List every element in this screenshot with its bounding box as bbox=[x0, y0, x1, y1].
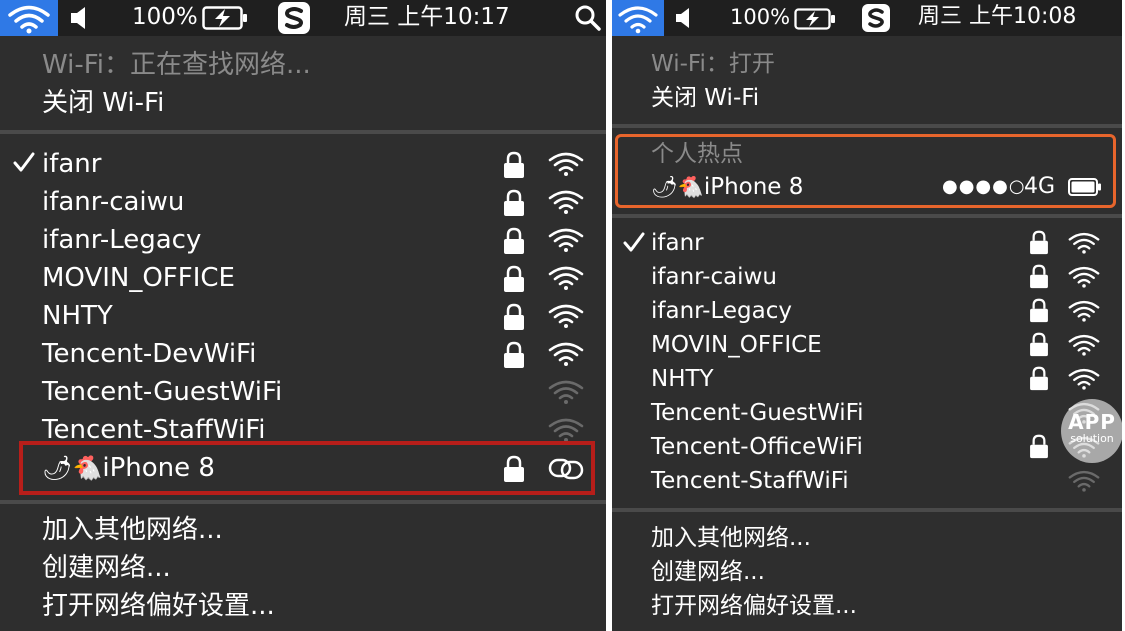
cellular-signal-dots: ●●●●○ bbox=[942, 176, 1026, 197]
lock-icon bbox=[1029, 298, 1049, 327]
pepper-chicken-emoji: 🌶🐔 bbox=[42, 454, 103, 482]
join-other-network-item[interactable]: 加入其他网络... bbox=[42, 515, 223, 545]
menubar-clock[interactable]: 周三 上午10:08 bbox=[918, 0, 1076, 36]
spotlight-search-icon[interactable] bbox=[574, 4, 602, 40]
network-item[interactable]: Tencent-DevWiFi bbox=[42, 339, 256, 369]
lock-icon bbox=[503, 189, 525, 221]
wifi-signal-icon bbox=[1068, 265, 1100, 293]
hotspot-network-item[interactable]: 🌶🐔iPhone 8 bbox=[42, 453, 215, 483]
lock-icon bbox=[503, 303, 525, 335]
join-other-network-item[interactable]: 加入其他网络... bbox=[651, 524, 811, 552]
wifi-signal-icon bbox=[548, 151, 584, 181]
wifi-signal-icon bbox=[548, 227, 584, 257]
menu-divider bbox=[612, 214, 1122, 218]
network-item[interactable]: ifanr-caiwu bbox=[651, 263, 777, 291]
network-item[interactable]: NHTY bbox=[651, 365, 714, 393]
network-item[interactable]: Tencent-GuestWiFi bbox=[42, 377, 282, 407]
personal-hotspot-link-icon bbox=[548, 456, 584, 486]
lock-icon bbox=[503, 265, 525, 297]
battery-percent: 100% bbox=[132, 4, 198, 30]
checkmark-icon bbox=[622, 231, 646, 259]
network-type-label: 4G bbox=[1024, 174, 1056, 199]
app-s-icon[interactable] bbox=[278, 2, 310, 38]
network-item[interactable]: ifanr-Legacy bbox=[42, 225, 201, 255]
network-item[interactable]: ifanr bbox=[651, 229, 704, 257]
network-item[interactable]: MOVIN_OFFICE bbox=[42, 263, 235, 293]
volume-icon[interactable] bbox=[674, 6, 696, 42]
menubar-clock[interactable]: 周三 上午10:17 bbox=[344, 0, 510, 36]
wifi-signal-icon bbox=[548, 303, 584, 333]
network-item[interactable]: Tencent-OfficeWiFi bbox=[651, 433, 863, 461]
hotspot-network-item[interactable]: 🌶🐔iPhone 8 bbox=[651, 173, 803, 201]
create-network-item[interactable]: 创建网络... bbox=[651, 558, 765, 586]
lock-icon bbox=[503, 455, 525, 487]
battery-icon bbox=[1068, 178, 1102, 200]
wifi-signal-icon bbox=[1068, 469, 1100, 497]
lock-icon bbox=[1029, 230, 1049, 259]
network-item[interactable]: ifanr-Legacy bbox=[651, 297, 792, 325]
wifi-signal-icon bbox=[548, 341, 584, 371]
hotspot-name: iPhone 8 bbox=[703, 174, 804, 200]
volume-icon[interactable] bbox=[68, 4, 92, 40]
wifi-status-text: Wi-Fi：打开 bbox=[651, 51, 775, 77]
wifi-signal-icon bbox=[1068, 231, 1100, 259]
battery-charging-icon[interactable] bbox=[794, 8, 836, 44]
lock-icon bbox=[503, 227, 525, 259]
menu-divider bbox=[612, 508, 1122, 512]
app-s-icon[interactable] bbox=[862, 4, 890, 40]
open-network-preferences-item[interactable]: 打开网络偏好设置... bbox=[651, 592, 857, 620]
menu-divider bbox=[0, 130, 606, 134]
wifi-signal-icon bbox=[548, 265, 584, 295]
turn-off-wifi-item[interactable]: 关闭 Wi-Fi bbox=[651, 84, 759, 112]
lock-icon bbox=[1029, 264, 1049, 293]
app-solution-watermark: APP solution bbox=[1061, 399, 1122, 463]
wifi-signal-icon bbox=[548, 379, 584, 409]
wifi-status-icon[interactable] bbox=[0, 0, 58, 36]
battery-charging-icon[interactable] bbox=[202, 6, 248, 42]
menu-bar: 100% 周三 上午10:08 bbox=[612, 0, 1122, 36]
lock-icon bbox=[1029, 366, 1049, 395]
network-item[interactable]: NHTY bbox=[42, 301, 113, 331]
wifi-signal-icon bbox=[1068, 333, 1100, 361]
lock-icon bbox=[503, 341, 525, 373]
pepper-chicken-emoji: 🌶🐔 bbox=[651, 175, 704, 199]
personal-hotspot-section-label: 个人热点 bbox=[651, 141, 743, 167]
menu-divider bbox=[0, 500, 606, 504]
wifi-menu-right: 100% 周三 上午10:08 Wi-Fi：打开 关闭 Wi-Fi 个人热点 🌶… bbox=[612, 0, 1122, 631]
wifi-signal-icon bbox=[1068, 299, 1100, 327]
menu-bar: 100% 周三 上午10:17 bbox=[0, 0, 606, 36]
create-network-item[interactable]: 创建网络... bbox=[42, 553, 171, 583]
network-item[interactable]: ifanr-caiwu bbox=[42, 187, 184, 217]
network-item[interactable]: MOVIN_OFFICE bbox=[651, 331, 822, 359]
hotspot-name: iPhone 8 bbox=[102, 453, 215, 483]
wifi-status-text: Wi-Fi：正在查找网络... bbox=[42, 50, 311, 80]
open-network-preferences-item[interactable]: 打开网络偏好设置... bbox=[42, 591, 275, 621]
lock-icon bbox=[503, 151, 525, 183]
wifi-signal-icon bbox=[1068, 367, 1100, 395]
network-item[interactable]: ifanr bbox=[42, 149, 101, 179]
wifi-status-icon[interactable] bbox=[612, 0, 664, 36]
lock-icon bbox=[1029, 332, 1049, 361]
battery-percent: 100% bbox=[730, 5, 791, 29]
lock-icon bbox=[1029, 434, 1049, 463]
checkmark-icon bbox=[12, 151, 36, 179]
wifi-menu-left: 100% 周三 上午10:17 Wi-Fi：正在查找网络... 关闭 Wi-Fi… bbox=[0, 0, 606, 631]
network-item[interactable]: Tencent-StaffWiFi bbox=[651, 467, 849, 495]
turn-off-wifi-item[interactable]: 关闭 Wi-Fi bbox=[42, 88, 164, 118]
network-item[interactable]: Tencent-GuestWiFi bbox=[651, 399, 864, 427]
wifi-signal-icon bbox=[548, 189, 584, 219]
menu-divider bbox=[612, 124, 1122, 128]
